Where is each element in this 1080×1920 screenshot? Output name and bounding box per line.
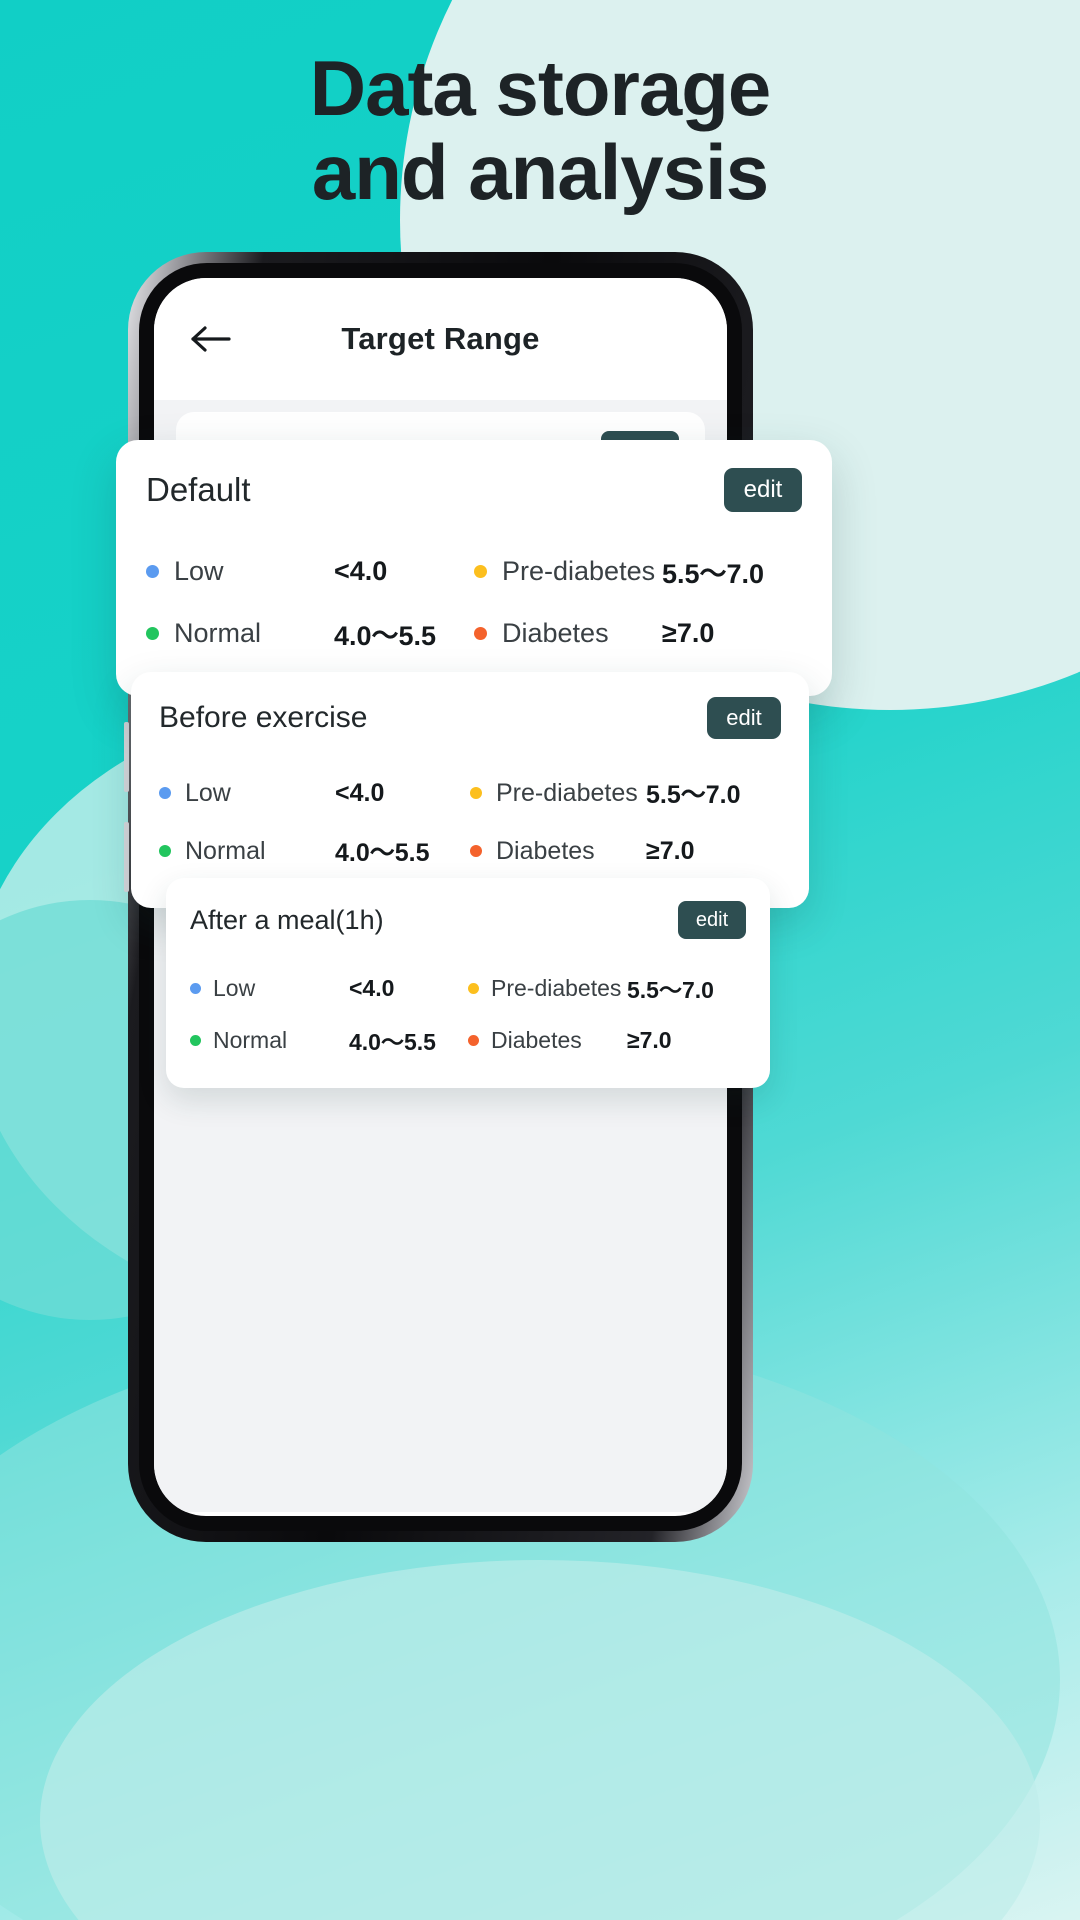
normal-value: 4.0～5.5 [335,839,430,867]
edit-button[interactable]: edit [678,901,746,939]
low-dot [146,564,159,578]
edit-button[interactable]: edit [707,697,781,739]
diabetes-label: Diabetes [491,1026,582,1053]
normal-label: Normal [174,617,262,648]
range-card-floating-default[interactable]: Default edit Low <4.0 Pre-diabetes 5.5～7… [116,440,832,696]
normal-dot [146,626,159,640]
diabetes-label: Diabetes [496,836,595,865]
normal-value: 4.0～5.5 [334,620,437,651]
pre-diabetes-label: Pre-diabetes [502,555,656,586]
card-title: Before exercise [159,701,368,734]
pre-diabetes-value: 5.5～7.0 [627,977,714,1003]
back-button[interactable] [188,316,234,362]
diabetes-dot [470,845,482,857]
pre-diabetes-value: 5.5～7.0 [646,781,741,809]
normal-dot [159,845,171,857]
normal-value: 4.0～5.5 [349,1029,436,1055]
phone-button-volume-up [124,722,129,792]
low-value: <4.0 [335,778,385,807]
phone-button-volume-down [124,822,129,892]
pre-diabetes-dot [474,564,487,578]
row-pre-diabetes: Pre-diabetes 5.5～7.0 [468,962,746,1014]
pre-diabetes-value: 5.5～7.0 [662,558,765,589]
normal-dot [190,1034,201,1046]
row-pre-diabetes: Pre-diabetes 5.5～7.0 [470,764,781,822]
diabetes-value: ≥7.0 [662,617,715,648]
row-pre-diabetes: Pre-diabetes 5.5～7.0 [474,540,802,602]
headline-line-2: and analysis [311,128,769,217]
card-header: Default edit [146,440,802,540]
row-low: Low <4.0 [190,962,468,1014]
card-padding [190,1066,746,1088]
card-title: After a meal(1h) [190,904,384,935]
edit-button[interactable]: edit [724,468,802,512]
card-title: Default [146,471,251,508]
page-headline: Data storage and analysis [0,44,1080,217]
row-normal: Normal 4.0～5.5 [190,1014,468,1066]
diabetes-value: ≥7.0 [627,1026,672,1053]
card-header: Before exercise edit [159,672,781,764]
normal-label: Normal [185,836,266,865]
diabetes-value: ≥7.0 [646,836,695,865]
arrow-left-icon [191,326,231,352]
range-rows: Low <4.0 Pre-diabetes 5.5～7.0 Normal 4.0… [159,764,781,880]
row-normal: Normal 4.0～5.5 [159,822,470,880]
range-card-floating-before-exercise[interactable]: Before exercise edit Low <4.0 Pre-diabet… [131,672,809,908]
diabetes-dot [468,1034,479,1046]
low-label: Low [185,778,231,807]
low-label: Low [213,974,256,1001]
low-dot [159,787,171,799]
normal-label: Normal [213,1026,288,1053]
pre-diabetes-dot [468,982,479,994]
low-value: <4.0 [349,974,395,1001]
pre-diabetes-label: Pre-diabetes [491,974,622,1001]
low-dot [190,982,201,994]
row-diabetes: Diabetes ≥7.0 [474,602,802,664]
row-normal: Normal 4.0～5.5 [146,602,474,664]
diabetes-label: Diabetes [502,617,609,648]
row-low: Low <4.0 [146,540,474,602]
card-header: After a meal(1h) edit [190,878,746,962]
row-low: Low <4.0 [159,764,470,822]
low-value: <4.0 [334,555,388,586]
page-title: Target Range [341,321,540,356]
row-diabetes: Diabetes ≥7.0 [468,1014,746,1066]
diabetes-dot [474,626,487,640]
headline-line-1: Data storage [309,44,772,132]
pre-diabetes-label: Pre-diabetes [496,778,638,807]
low-label: Low [174,555,224,586]
row-diabetes: Diabetes ≥7.0 [470,822,781,880]
pre-diabetes-dot [470,787,482,799]
range-rows: Low <4.0 Pre-diabetes 5.5～7.0 Normal 4.0… [146,540,802,664]
range-rows: Low <4.0 Pre-diabetes 5.5～7.0 Normal 4.0… [190,962,746,1066]
app-header: Target Range [154,278,727,400]
range-card-floating-after-meal[interactable]: After a meal(1h) edit Low <4.0 Pre-diabe… [166,878,770,1088]
